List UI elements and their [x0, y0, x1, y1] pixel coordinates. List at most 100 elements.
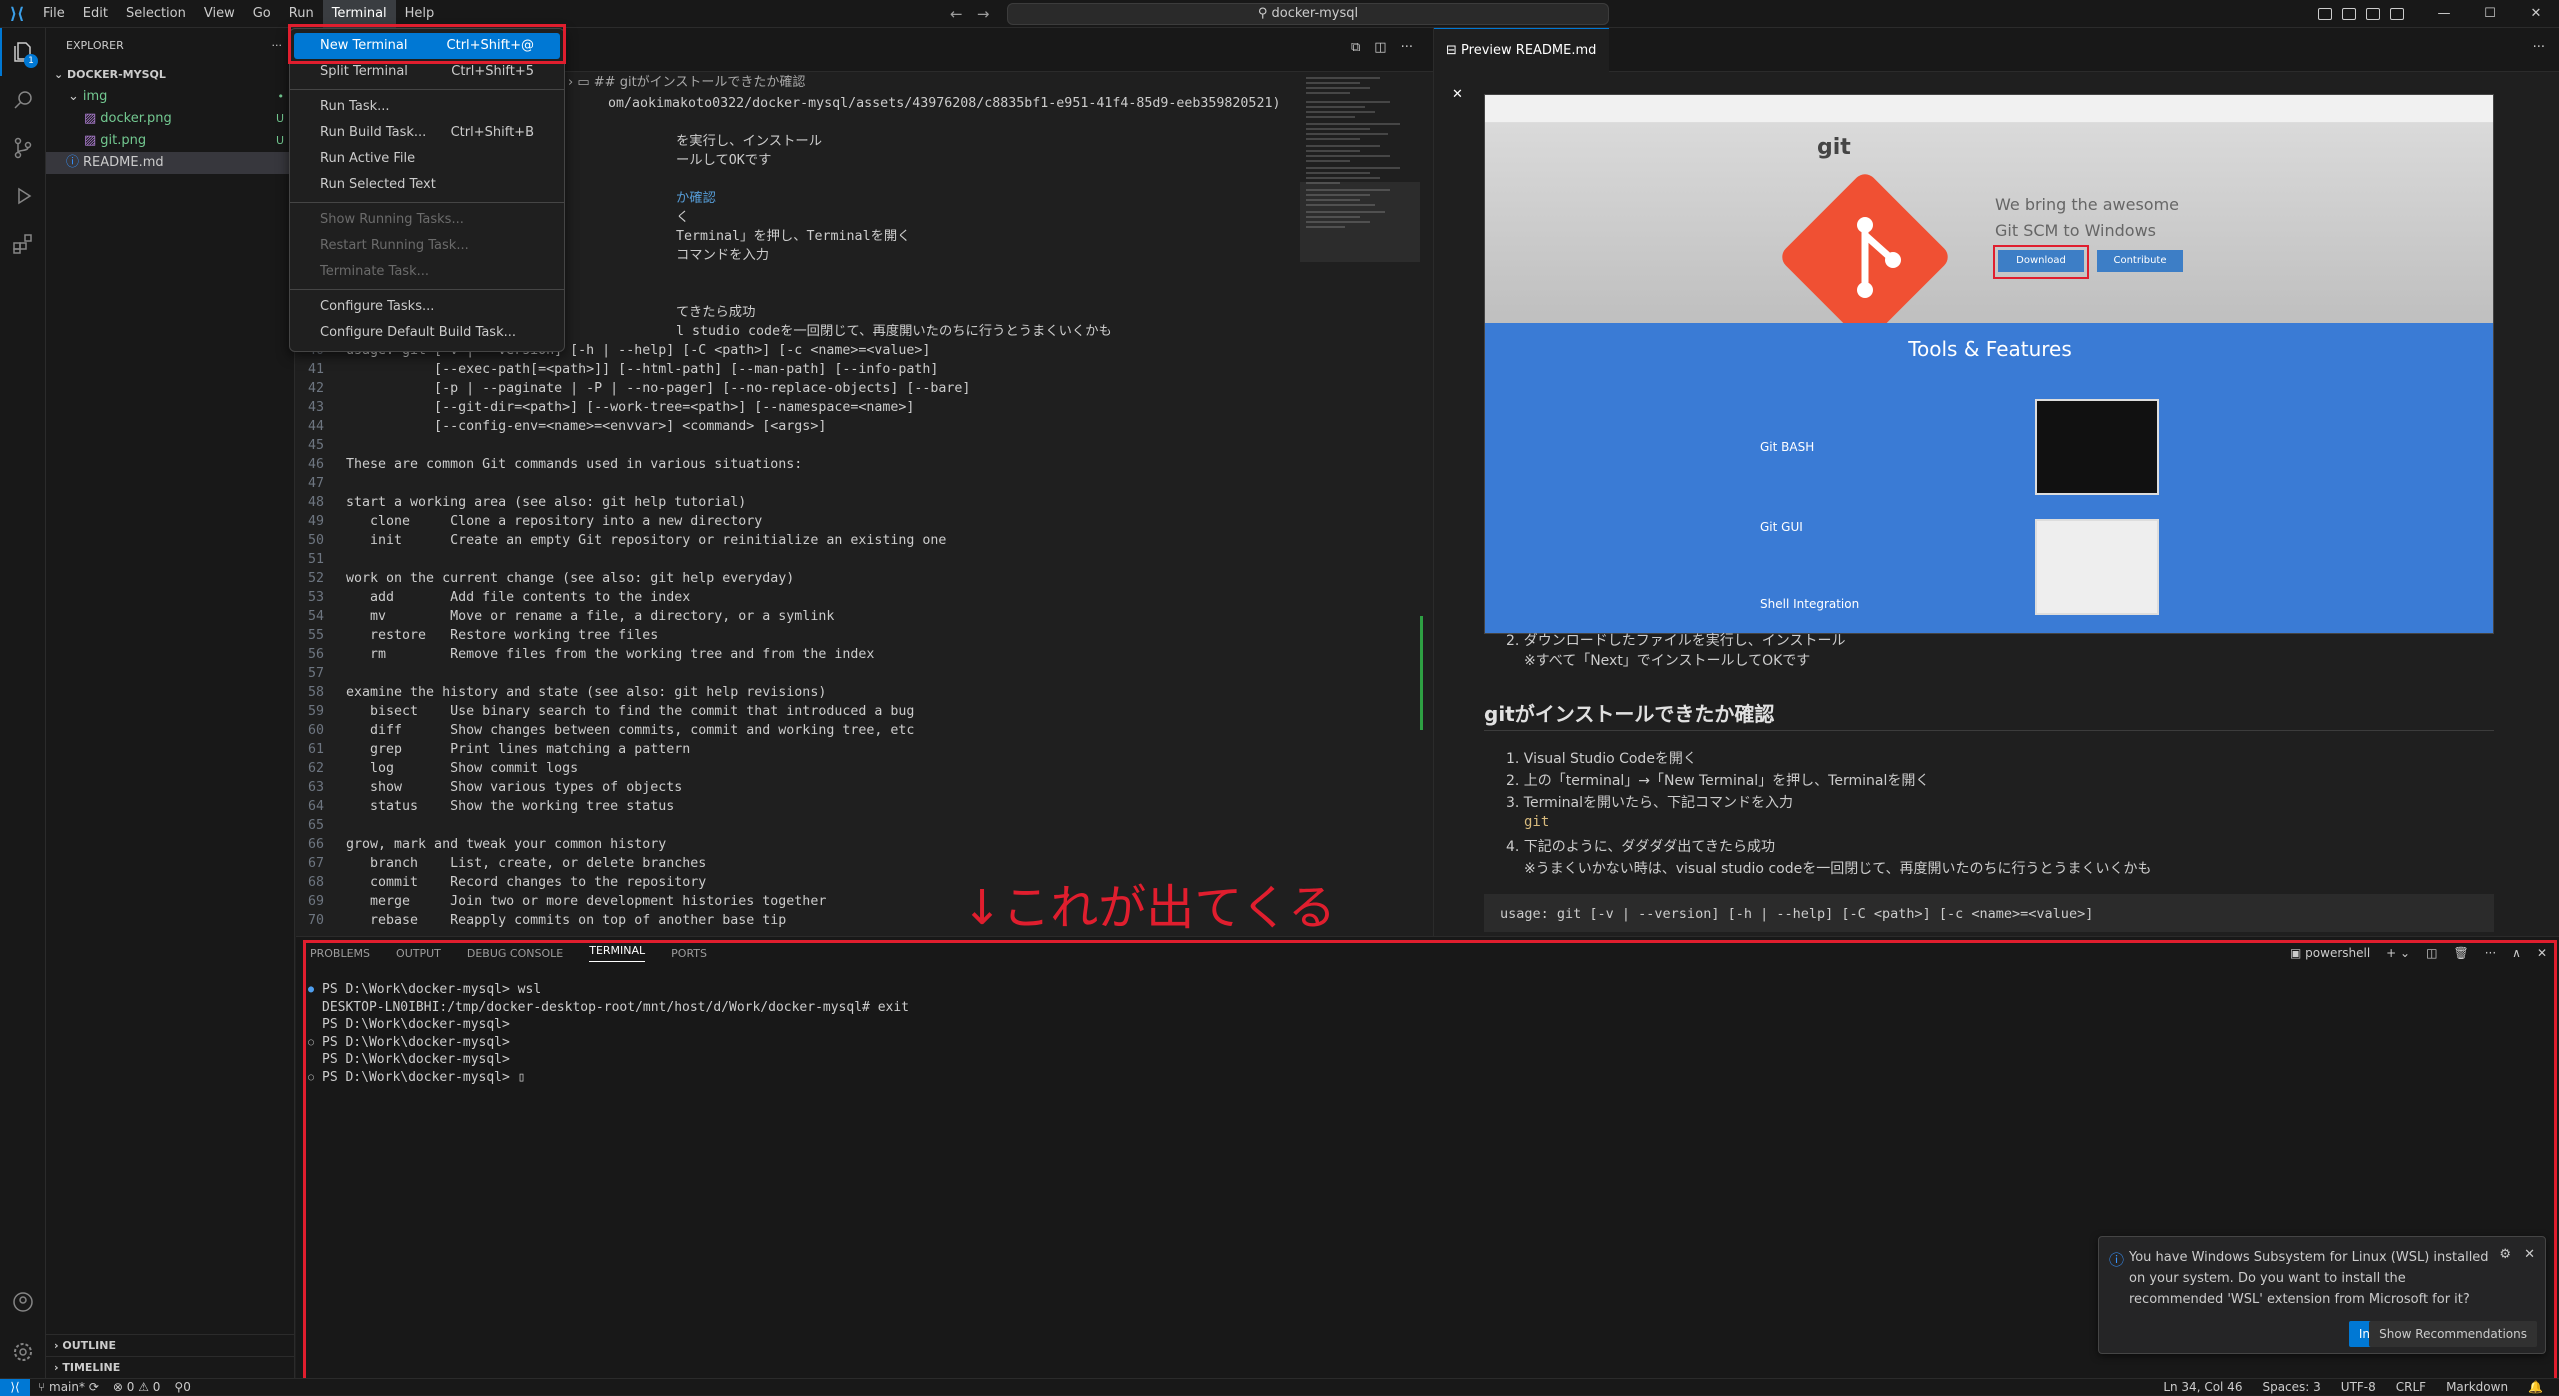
line-number: 56: [307, 647, 324, 662]
editor-actions: ⧉ ◫ ···: [1351, 40, 1413, 55]
status-bar: ⟩⟨ ⑂ main* ⟳ ⊗ 0 ⚠ 0 ⚲0 Ln 34, Col 46 Sp…: [0, 1378, 2559, 1396]
code-line: 44 [--config-env=<name>=<envvar>] <comma…: [296, 417, 1296, 436]
terminal-menu-item[interactable]: Run Active File: [290, 146, 564, 172]
git-decoration: U: [275, 134, 284, 147]
ports-status[interactable]: ⚲0: [174, 1379, 190, 1396]
cursor-position[interactable]: Ln 34, Col 46: [2163, 1379, 2242, 1396]
line-text: mv Move or rename a file, a directory, o…: [346, 609, 835, 624]
toggle-panel-icon[interactable]: [2342, 8, 2356, 20]
line-text: commit Record changes to the repository: [346, 875, 707, 890]
language-mode[interactable]: Markdown: [2446, 1379, 2508, 1396]
menu-edit[interactable]: Edit: [74, 0, 117, 28]
folder-item[interactable]: ⌄ img •: [46, 86, 294, 108]
terminal-menu-item[interactable]: Configure Tasks...: [290, 294, 564, 320]
maximize-icon[interactable]: ☐: [2467, 0, 2513, 28]
menu-view[interactable]: View: [195, 0, 244, 28]
forward-arrow-icon[interactable]: →: [977, 5, 990, 23]
preview-tab-label: Preview README.md: [1461, 43, 1597, 58]
timeline-label: TIMELINE: [62, 1361, 121, 1374]
menu-file[interactable]: File: [34, 0, 74, 28]
file-item[interactable]: ⓘ README.md: [46, 152, 294, 174]
line-text: [--config-env=<name>=<envvar>] <command>…: [346, 419, 827, 434]
tree-item-label: img: [82, 89, 108, 104]
terminal-menu-item[interactable]: Run Task...: [290, 94, 564, 120]
feature-git-gui: Git GUI: [1760, 520, 1803, 534]
terminal-menu-item[interactable]: Run Selected Text: [290, 172, 564, 198]
file-item[interactable]: ▨ git.png U: [46, 130, 294, 152]
notification-settings-icon[interactable]: ⚙: [2499, 1247, 2511, 1262]
image-file-icon: ▨: [84, 133, 97, 148]
command-center-search[interactable]: ⚲ docker-mysql: [1007, 3, 1609, 25]
outline-section[interactable]: › OUTLINE: [46, 1334, 295, 1356]
code-line: 62 log Show commit logs: [296, 759, 1296, 778]
line-number: 59: [307, 704, 324, 719]
window-controls: — ☐ ✕: [2421, 0, 2559, 28]
extensions-icon[interactable]: [0, 220, 46, 268]
workspace-root[interactable]: ⌄ DOCKER-MYSQL: [46, 64, 294, 86]
encoding[interactable]: UTF-8: [2341, 1379, 2376, 1396]
minimize-icon[interactable]: —: [2421, 0, 2467, 28]
line-text: These are common Git commands used in va…: [346, 457, 803, 472]
close-window-icon[interactable]: ✕: [2513, 0, 2559, 28]
menu-separator: [290, 202, 564, 203]
notification-message: You have Windows Subsystem for Linux (WS…: [2129, 1250, 2489, 1307]
terminal-menu-item[interactable]: Configure Default Build Task...: [290, 320, 564, 346]
customize-layout-icon[interactable]: [2390, 8, 2404, 20]
git-brand-text: git: [1817, 135, 1851, 160]
toggle-secondary-sidebar-icon[interactable]: [2366, 8, 2380, 20]
show-recommendations-button[interactable]: Show Recommendations: [2369, 1321, 2537, 1347]
activity-bar: 1: [0, 28, 46, 1378]
line-text: add Add file contents to the index: [346, 590, 691, 605]
end-of-line[interactable]: CRLF: [2396, 1379, 2426, 1396]
notification-close-icon[interactable]: ✕: [2524, 1247, 2535, 1262]
git-logo-branch-icon: [1857, 217, 1901, 298]
code-line: 49 clone Clone a repository into a new d…: [296, 512, 1296, 531]
back-arrow-icon[interactable]: ←: [950, 5, 963, 23]
preview-more-icon[interactable]: ···: [2533, 40, 2545, 55]
branch-status[interactable]: ⑂ main* ⟳: [38, 1379, 99, 1396]
run-debug-icon[interactable]: [0, 172, 46, 220]
editor-more-icon[interactable]: ···: [1401, 40, 1413, 55]
line-text: restore Restore working tree files: [346, 628, 659, 643]
menu-selection[interactable]: Selection: [117, 0, 195, 28]
download-button[interactable]: Download: [1998, 250, 2084, 272]
timeline-section[interactable]: › TIMELINE: [46, 1356, 295, 1378]
terminal-menu-item[interactable]: Run Build Task... Ctrl+Shift+B: [290, 120, 564, 146]
problems-status[interactable]: ⊗ 0 ⚠ 0: [113, 1379, 161, 1396]
code-line: 56 rm Remove files from the working tree…: [296, 645, 1296, 664]
menu-item-label: Run Selected Text: [320, 177, 436, 192]
close-tab-icon[interactable]: ✕: [1452, 87, 1463, 102]
line-number: 41: [307, 362, 324, 377]
info-file-icon: ⓘ: [66, 155, 80, 170]
line-number: 47: [307, 476, 324, 491]
tree-item-label: git.png: [100, 133, 147, 148]
split-editor-icon[interactable]: ◫: [1374, 40, 1386, 55]
indentation[interactable]: Spaces: 3: [2262, 1379, 2320, 1396]
source-control-icon[interactable]: [0, 124, 46, 172]
settings-gear-icon[interactable]: [0, 1328, 46, 1376]
explorer-icon[interactable]: 1: [0, 28, 46, 76]
open-preview-icon[interactable]: ⧉: [1351, 40, 1360, 55]
menu-item-label: Configure Default Build Task...: [320, 325, 516, 340]
hero-tagline-1: We bring the awesome: [1995, 195, 2180, 214]
notifications-bell-icon[interactable]: 🔔: [2528, 1379, 2543, 1396]
toggle-sidebar-icon[interactable]: [2318, 8, 2332, 20]
menu-item-label: Configure Tasks...: [320, 299, 435, 314]
preview-tab[interactable]: ⊟ Preview README.md ✕: [1434, 28, 1609, 102]
more-actions-icon[interactable]: ···: [272, 28, 283, 64]
minimap[interactable]: [1300, 72, 1420, 932]
line-text: diff Show changes between commits, commi…: [346, 723, 915, 738]
menu-go[interactable]: Go: [244, 0, 280, 28]
account-icon[interactable]: [0, 1278, 46, 1326]
line-number: 62: [307, 761, 324, 776]
line-number: 69: [307, 894, 324, 909]
line-number: 60: [307, 723, 324, 738]
remote-indicator-icon[interactable]: ⟩⟨: [0, 1378, 30, 1396]
file-item[interactable]: ▨ docker.png U: [46, 108, 294, 130]
code-line: 43 [--git-dir=<path>] [--work-tree=<path…: [296, 398, 1296, 417]
search-icon[interactable]: [0, 76, 46, 124]
code-line: 65: [296, 816, 1296, 835]
code-line: 59 bisect Use binary search to find the …: [296, 702, 1296, 721]
contribute-button[interactable]: Contribute: [2097, 250, 2183, 272]
line-text: rebase Reapply commits on top of another…: [346, 913, 787, 928]
